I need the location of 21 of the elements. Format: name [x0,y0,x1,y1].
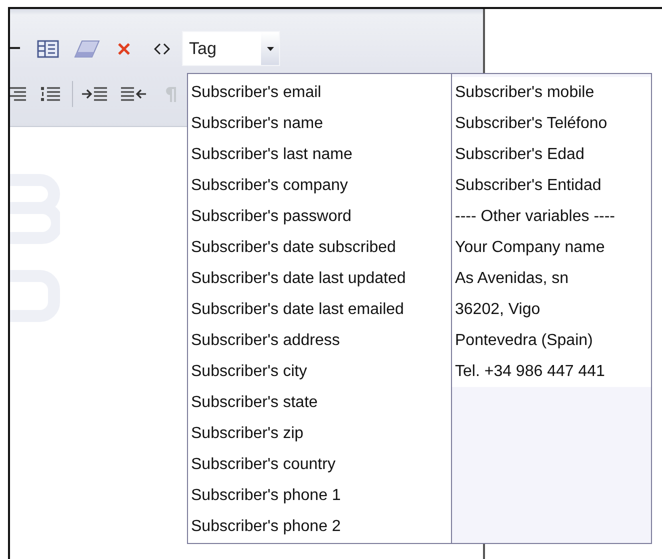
outdent-icon[interactable] [121,86,147,102]
menu-item[interactable]: Your Company name [452,232,651,263]
table-icon[interactable] [37,40,59,58]
menu-item[interactable]: Subscriber's Entidad [452,170,651,201]
minus-icon[interactable] [10,47,20,50]
caret-icon [266,46,274,50]
menu-item[interactable]: Pontevedra (Spain) [452,325,651,356]
menu-item[interactable]: Subscriber's Teléfono [452,108,651,139]
menu-item[interactable]: Subscriber's Edad [452,139,651,170]
menu-item[interactable]: As Avenidas, sn [452,263,651,294]
indent-icon[interactable] [81,86,107,102]
code-icon[interactable] [154,42,170,54]
align-icon[interactable] [10,87,26,101]
menu-item[interactable]: ---- Other variables ---- [452,201,651,232]
eraser-icon[interactable] [74,38,100,58]
menu-item[interactable]: Subscriber's mobile [452,77,651,108]
list-icon[interactable] [40,86,60,102]
menu-item[interactable]: 36202, Vigo [452,294,651,325]
menu-item[interactable]: Tel. +34 986 447 441 [452,356,651,387]
delete-icon[interactable] [118,42,130,54]
tag-dropdown[interactable]: Tag [182,31,280,66]
